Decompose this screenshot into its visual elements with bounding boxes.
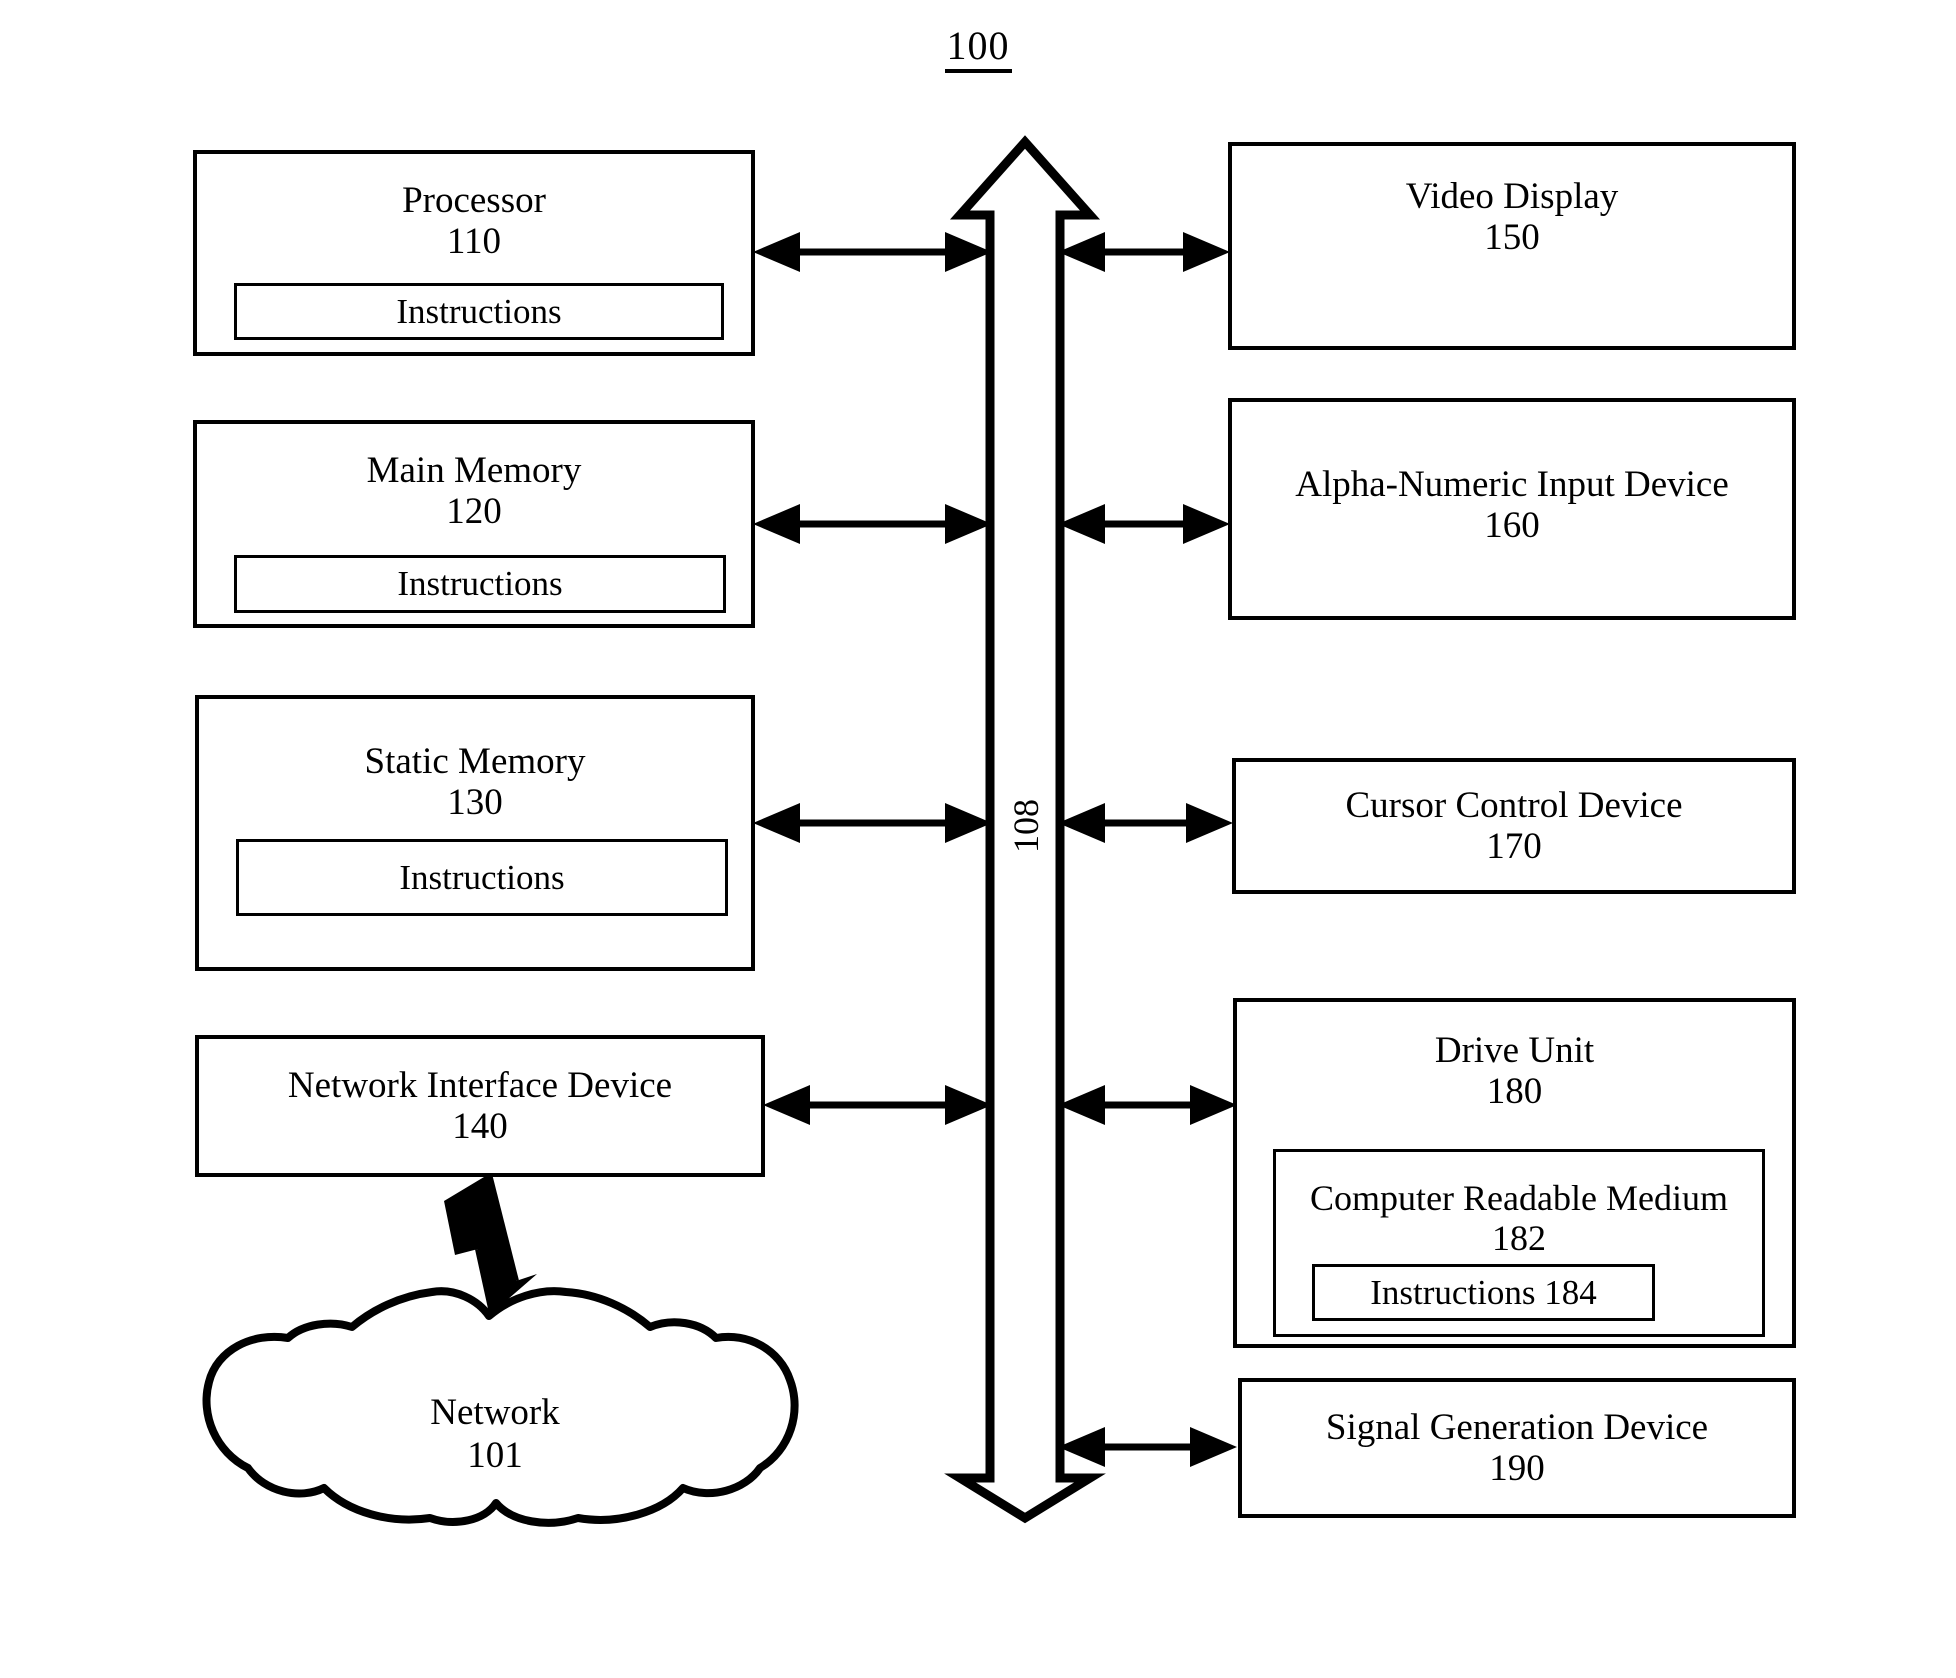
- network-number: 101: [467, 1434, 523, 1476]
- main-memory-instructions-box: Instructions: [234, 555, 726, 613]
- static-memory-title: Static Memory: [364, 741, 586, 782]
- drive-unit-instructions-box: Instructions 184: [1312, 1264, 1655, 1321]
- connector-network-interface-bus: [763, 1085, 992, 1125]
- system-bus-label: 108: [1006, 799, 1046, 853]
- signal-generation-device-box: Signal Generation Device 190: [1238, 1378, 1796, 1518]
- figure-number: 100: [0, 22, 1956, 73]
- connector-bus-drive-unit: [1058, 1085, 1237, 1125]
- drive-unit-title: Drive Unit: [1434, 1030, 1595, 1071]
- processor-instructions-box: Instructions: [234, 283, 724, 340]
- drive-unit-box: Drive Unit 180 Computer Readable Medium …: [1233, 998, 1796, 1348]
- processor-instructions-label: Instructions: [396, 291, 562, 331]
- computer-readable-medium-number: 182: [1492, 1218, 1546, 1259]
- connector-bus-cursor-control: [1058, 803, 1233, 843]
- patent-figure: 100 Processor 110 Instructions Main Memo…: [0, 0, 1956, 1678]
- alpha-numeric-input-device-title: Alpha-Numeric Input Device: [1295, 464, 1729, 505]
- static-memory-number: 130: [447, 782, 503, 824]
- signal-generation-device-title: Signal Generation Device: [1325, 1406, 1709, 1448]
- signal-generation-device-number: 190: [1489, 1448, 1545, 1489]
- lightning-bolt-icon: [444, 1173, 537, 1314]
- video-display-box: Video Display 150: [1228, 142, 1796, 350]
- cursor-control-device-title: Cursor Control Device: [1345, 784, 1683, 826]
- drive-unit-number: 180: [1486, 1071, 1543, 1113]
- connector-bus-signal-generation: [1058, 1427, 1237, 1467]
- network-interface-device-number: 140: [452, 1106, 508, 1147]
- network-interface-device-title: Network Interface Device: [287, 1064, 673, 1106]
- connector-bus-alpha-numeric-input: [1058, 504, 1230, 544]
- main-memory-instructions-label: Instructions: [397, 564, 563, 603]
- video-display-title: Video Display: [1405, 176, 1619, 217]
- cursor-control-device-number: 170: [1486, 826, 1542, 867]
- cursor-control-device-box: Cursor Control Device 170: [1232, 758, 1796, 894]
- alpha-numeric-input-device-box: Alpha-Numeric Input Device 160: [1228, 398, 1796, 620]
- connector-main-memory-bus: [753, 504, 992, 544]
- main-memory-title: Main Memory: [366, 450, 582, 491]
- connector-bus-video-display: [1058, 232, 1230, 272]
- static-memory-box: Static Memory 130 Instructions: [195, 695, 755, 971]
- connector-processor-bus: [753, 232, 992, 272]
- computer-readable-medium-title: Computer Readable Medium: [1310, 1178, 1728, 1218]
- computer-readable-medium-box: Computer Readable Medium 182 Instruction…: [1273, 1149, 1765, 1337]
- drive-unit-instructions-label: Instructions 184: [1370, 1272, 1597, 1312]
- network-title: Network: [430, 1392, 560, 1433]
- network-cloud-label: Network 101: [350, 1392, 640, 1477]
- static-memory-instructions-label: Instructions: [399, 857, 565, 897]
- processor-number: 110: [446, 221, 502, 263]
- figure-number-text: 100: [944, 23, 1012, 73]
- alpha-numeric-input-device-number: 160: [1484, 505, 1540, 547]
- processor-title: Processor: [402, 180, 546, 221]
- video-display-number: 150: [1484, 217, 1540, 259]
- connector-static-memory-bus: [753, 803, 992, 843]
- main-memory-box: Main Memory 120 Instructions: [193, 420, 755, 628]
- static-memory-instructions-box: Instructions: [236, 839, 728, 916]
- network-interface-device-box: Network Interface Device 140: [195, 1035, 765, 1177]
- processor-box: Processor 110 Instructions: [193, 150, 755, 356]
- main-memory-number: 120: [446, 491, 502, 533]
